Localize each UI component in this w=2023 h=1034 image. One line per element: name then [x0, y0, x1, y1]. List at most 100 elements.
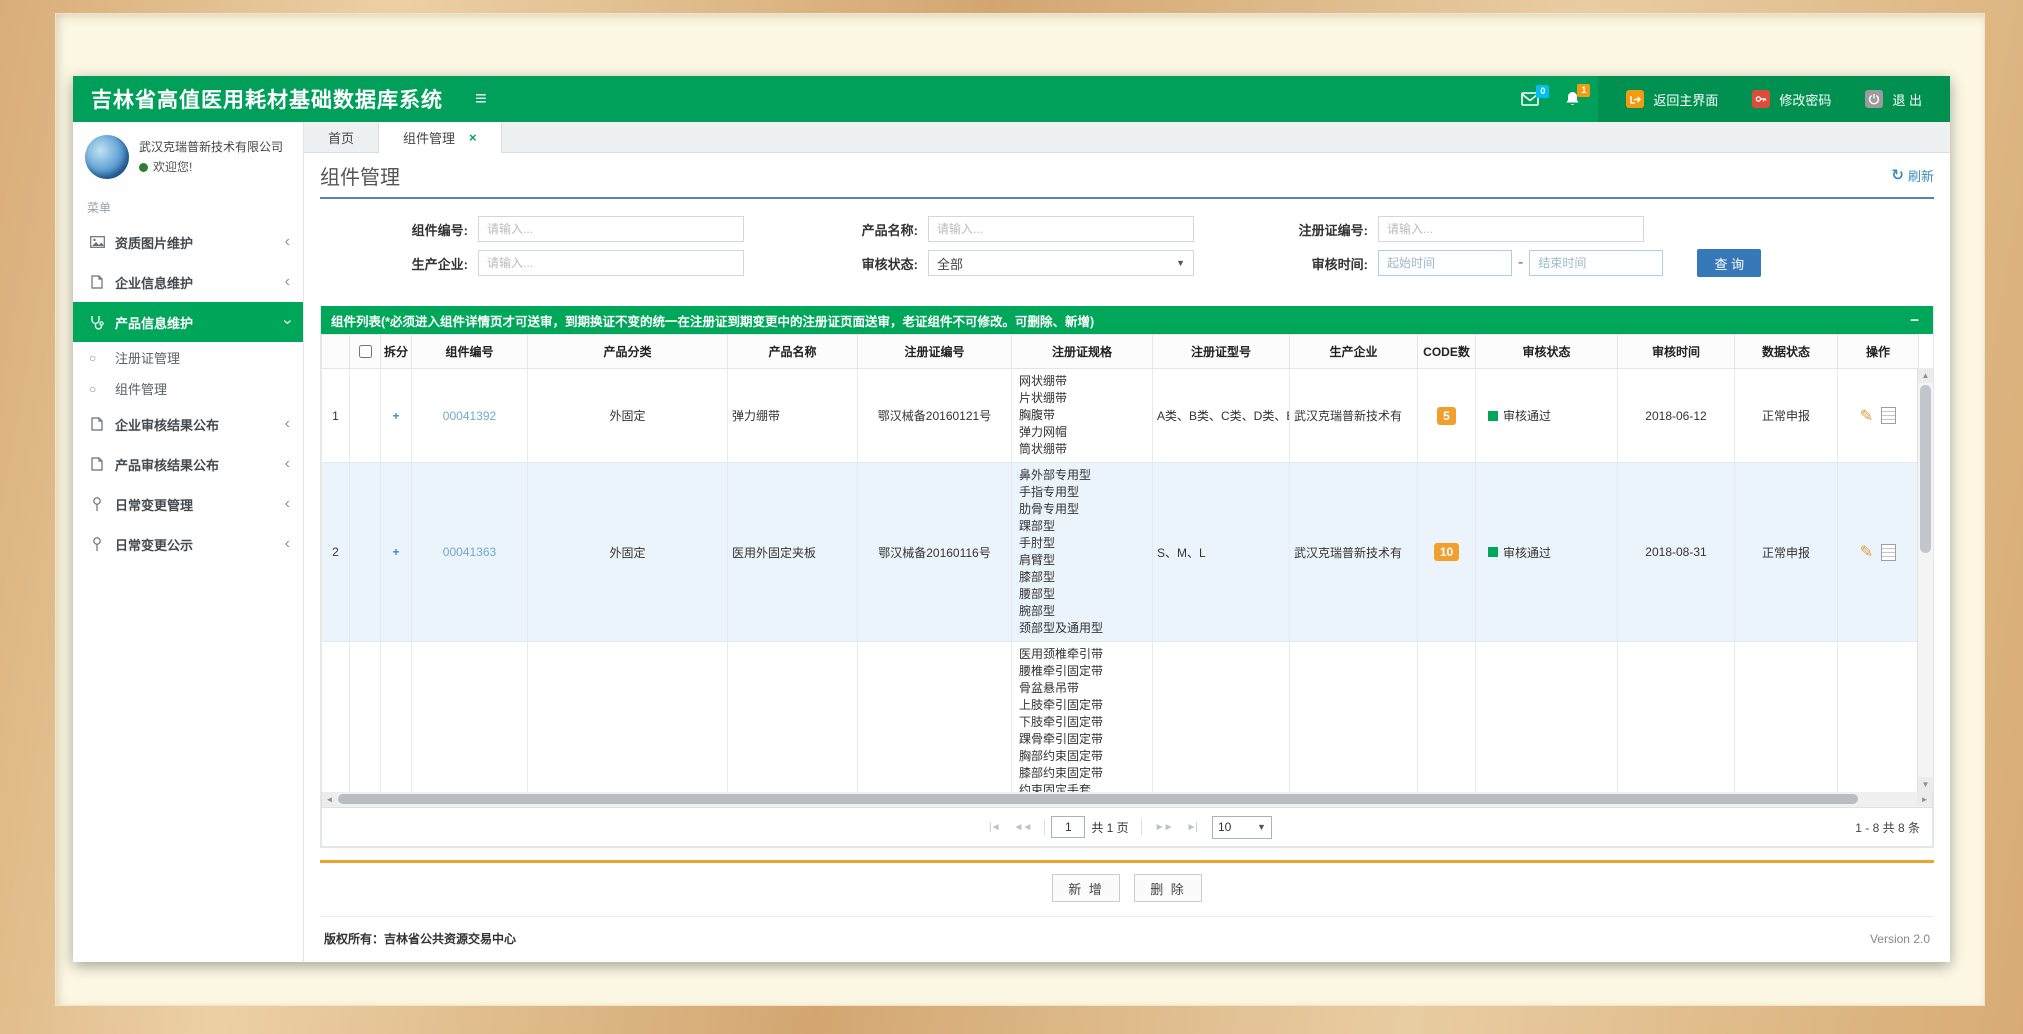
tab-home[interactable]: 首页 — [304, 122, 379, 152]
sidebar-item-daily-change-mgmt[interactable]: 日常变更管理 ‹ — [73, 484, 303, 524]
sidebar-item-company-audit-results[interactable]: 企业审核结果公布 ‹ — [73, 404, 303, 444]
first-page-button[interactable]: |◄ — [989, 822, 1000, 833]
col-component-code: 组件编号 — [412, 335, 528, 369]
refresh-label: 刷新 — [1908, 166, 1934, 185]
spec-line: 手肘型 — [1019, 535, 1145, 552]
change-password-label: 修改密码 — [1779, 90, 1831, 109]
spec-line: 网状绷带 — [1019, 373, 1145, 390]
edit-icon[interactable]: ✎ — [1860, 542, 1873, 562]
registration-spec-cell: 医用颈椎牵引带 腰椎牵引固定带 骨盆悬吊带 上肢牵引固定带 下肢牵引固定带 踝骨… — [1012, 642, 1153, 793]
page-number-input[interactable] — [1051, 816, 1085, 838]
component-code-link[interactable]: 00041363 — [443, 545, 496, 559]
component-code-link[interactable]: 00041392 — [443, 409, 496, 423]
sidebar-item-company-info[interactable]: 企业信息维护 ‹ — [73, 262, 303, 302]
avatar — [85, 135, 129, 179]
spec-line: 膝部型 — [1019, 569, 1145, 586]
manufacturer-cell: 武汉克瑞普新技术有 — [1290, 463, 1418, 642]
row-number: 2 — [322, 463, 350, 642]
last-page-button[interactable]: ►| — [1186, 822, 1197, 833]
product-name-cell: 医用外固定夹板 — [728, 463, 858, 642]
date-range-dash: - — [1518, 254, 1523, 272]
sidebar-item-product-info[interactable]: 产品信息维护 ‹ — [73, 302, 303, 342]
scroll-left-arrow[interactable]: ◄ — [322, 792, 337, 806]
document-icon[interactable] — [1881, 544, 1896, 561]
spec-line: 医用颈椎牵引带 — [1019, 646, 1145, 663]
change-password-button[interactable]: 修改密码 — [1740, 90, 1843, 109]
vertical-scrollbar[interactable]: ▲ ▼ — [1917, 368, 1933, 792]
expand-row-button[interactable]: + — [392, 409, 399, 423]
next-page-button[interactable]: ►► — [1155, 822, 1173, 833]
prev-page-button[interactable]: ◄◄ — [1014, 822, 1032, 833]
page-size-select[interactable]: 10 ▼ — [1212, 816, 1272, 839]
hamburger-menu-icon[interactable]: ≡ — [461, 88, 501, 111]
horizontal-scrollbar[interactable]: ◄ ► — [321, 792, 1933, 808]
sidebar-item-label: 企业信息维护 — [115, 273, 285, 292]
audit-status-text: 审核通过 — [1503, 407, 1551, 424]
sidebar-item-daily-change-public[interactable]: 日常变更公示 ‹ — [73, 524, 303, 564]
registration-no-input[interactable] — [1378, 216, 1644, 242]
chevron-down-icon: ‹ — [279, 319, 295, 324]
delete-button[interactable]: 删 除 — [1134, 874, 1202, 902]
scroll-right-arrow[interactable]: ► — [1917, 792, 1932, 806]
data-status-cell: 正常申报 — [1735, 369, 1838, 463]
component-code-input[interactable] — [478, 216, 744, 242]
table-scroll-area: 拆分 组件编号 产品分类 产品名称 注册证编号 注册证规格 注册证型号 生产企业 — [321, 334, 1933, 792]
pagination-divider — [1141, 819, 1142, 835]
copyright-text: 版权所有：吉林省公共资源交易中心 — [324, 930, 516, 947]
stethoscope-icon — [86, 315, 108, 330]
audit-status-select[interactable]: 全部 ▼ — [928, 250, 1194, 276]
col-registration-spec: 注册证规格 — [1012, 335, 1153, 369]
product-name-input[interactable] — [928, 216, 1194, 242]
col-audit-status: 审核状态 — [1476, 335, 1618, 369]
table-row: 医用颈椎牵引带 腰椎牵引固定带 骨盆悬吊带 上肢牵引固定带 下肢牵引固定带 踝骨… — [322, 642, 1919, 793]
sidebar-item-product-audit-results[interactable]: 产品审核结果公布 ‹ — [73, 444, 303, 484]
row-number — [322, 642, 350, 793]
sidebar-item-registration-cert[interactable]: ○ 注册证管理 — [73, 342, 303, 373]
pagination-bar: |◄ ◄◄ 共 1 页 ►► ►| 10 ▼ — [321, 808, 1933, 847]
circle-icon: ○ — [89, 351, 108, 365]
logout-button[interactable]: 退 出 — [1853, 90, 1934, 109]
spec-line: 腰椎牵引固定带 — [1019, 663, 1145, 680]
tab-component-mgmt[interactable]: 组件管理 × — [379, 122, 502, 153]
row-select-cell — [350, 642, 381, 793]
collapse-panel-button[interactable]: − — [1906, 312, 1923, 329]
audit-time-label: 审核时间: — [1250, 254, 1378, 273]
horizontal-scroll-thumb[interactable] — [338, 794, 1858, 804]
select-all-checkbox[interactable] — [359, 345, 372, 358]
col-manufacturer: 生产企业 — [1290, 335, 1418, 369]
action-buttons: 新 增 删 除 — [320, 874, 1934, 902]
version-text: Version 2.0 — [1870, 932, 1930, 946]
return-main-button[interactable]: 返回主界面 — [1614, 90, 1730, 109]
add-button[interactable]: 新 增 — [1052, 874, 1120, 902]
scroll-down-arrow[interactable]: ▼ — [1918, 777, 1933, 792]
tab-active-label: 组件管理 — [403, 128, 455, 147]
refresh-button[interactable]: ↻ 刷新 — [1891, 166, 1934, 185]
vertical-scroll-thumb[interactable] — [1920, 385, 1931, 553]
edit-icon[interactable]: ✎ — [1860, 406, 1873, 426]
spec-line: 鼻外部专用型 — [1019, 467, 1145, 484]
notifications-button[interactable]: 1 — [1565, 91, 1580, 107]
spec-line: 腰部型 — [1019, 586, 1145, 603]
caret-down-icon: ▼ — [1257, 822, 1266, 832]
app-header: 吉林省高值医用耗材基础数据库系统 ≡ 0 1 — [73, 76, 1950, 122]
mail-button[interactable]: 0 — [1521, 92, 1539, 106]
manufacturer-input[interactable] — [478, 250, 744, 276]
search-button[interactable]: 查 询 — [1697, 249, 1761, 277]
tab-close-icon[interactable]: × — [469, 130, 477, 145]
chevron-left-icon: ‹ — [285, 416, 290, 432]
chevron-left-icon: ‹ — [285, 496, 290, 512]
mail-badge: 0 — [1536, 85, 1549, 98]
file-icon — [86, 417, 108, 431]
panel-header: 组件列表 (*必须进入组件详情页才可送审，到期换证不变的统一在注册证到期变更中的… — [321, 306, 1933, 334]
audit-time-start-input[interactable] — [1378, 250, 1512, 276]
sidebar-item-label: 资质图片维护 — [115, 233, 285, 252]
row-number: 1 — [322, 369, 350, 463]
sidebar-item-component-mgmt[interactable]: ○ 组件管理 — [73, 373, 303, 404]
document-icon[interactable] — [1881, 407, 1896, 424]
spec-line: 胸部约束固定带 — [1019, 748, 1145, 765]
expand-row-button[interactable]: + — [392, 545, 399, 559]
page-title: 组件管理 — [320, 161, 400, 190]
scroll-up-arrow[interactable]: ▲ — [1918, 368, 1933, 383]
sidebar-item-qualification-images[interactable]: 资质图片维护 ‹ — [73, 222, 303, 262]
audit-time-end-input[interactable] — [1529, 250, 1663, 276]
